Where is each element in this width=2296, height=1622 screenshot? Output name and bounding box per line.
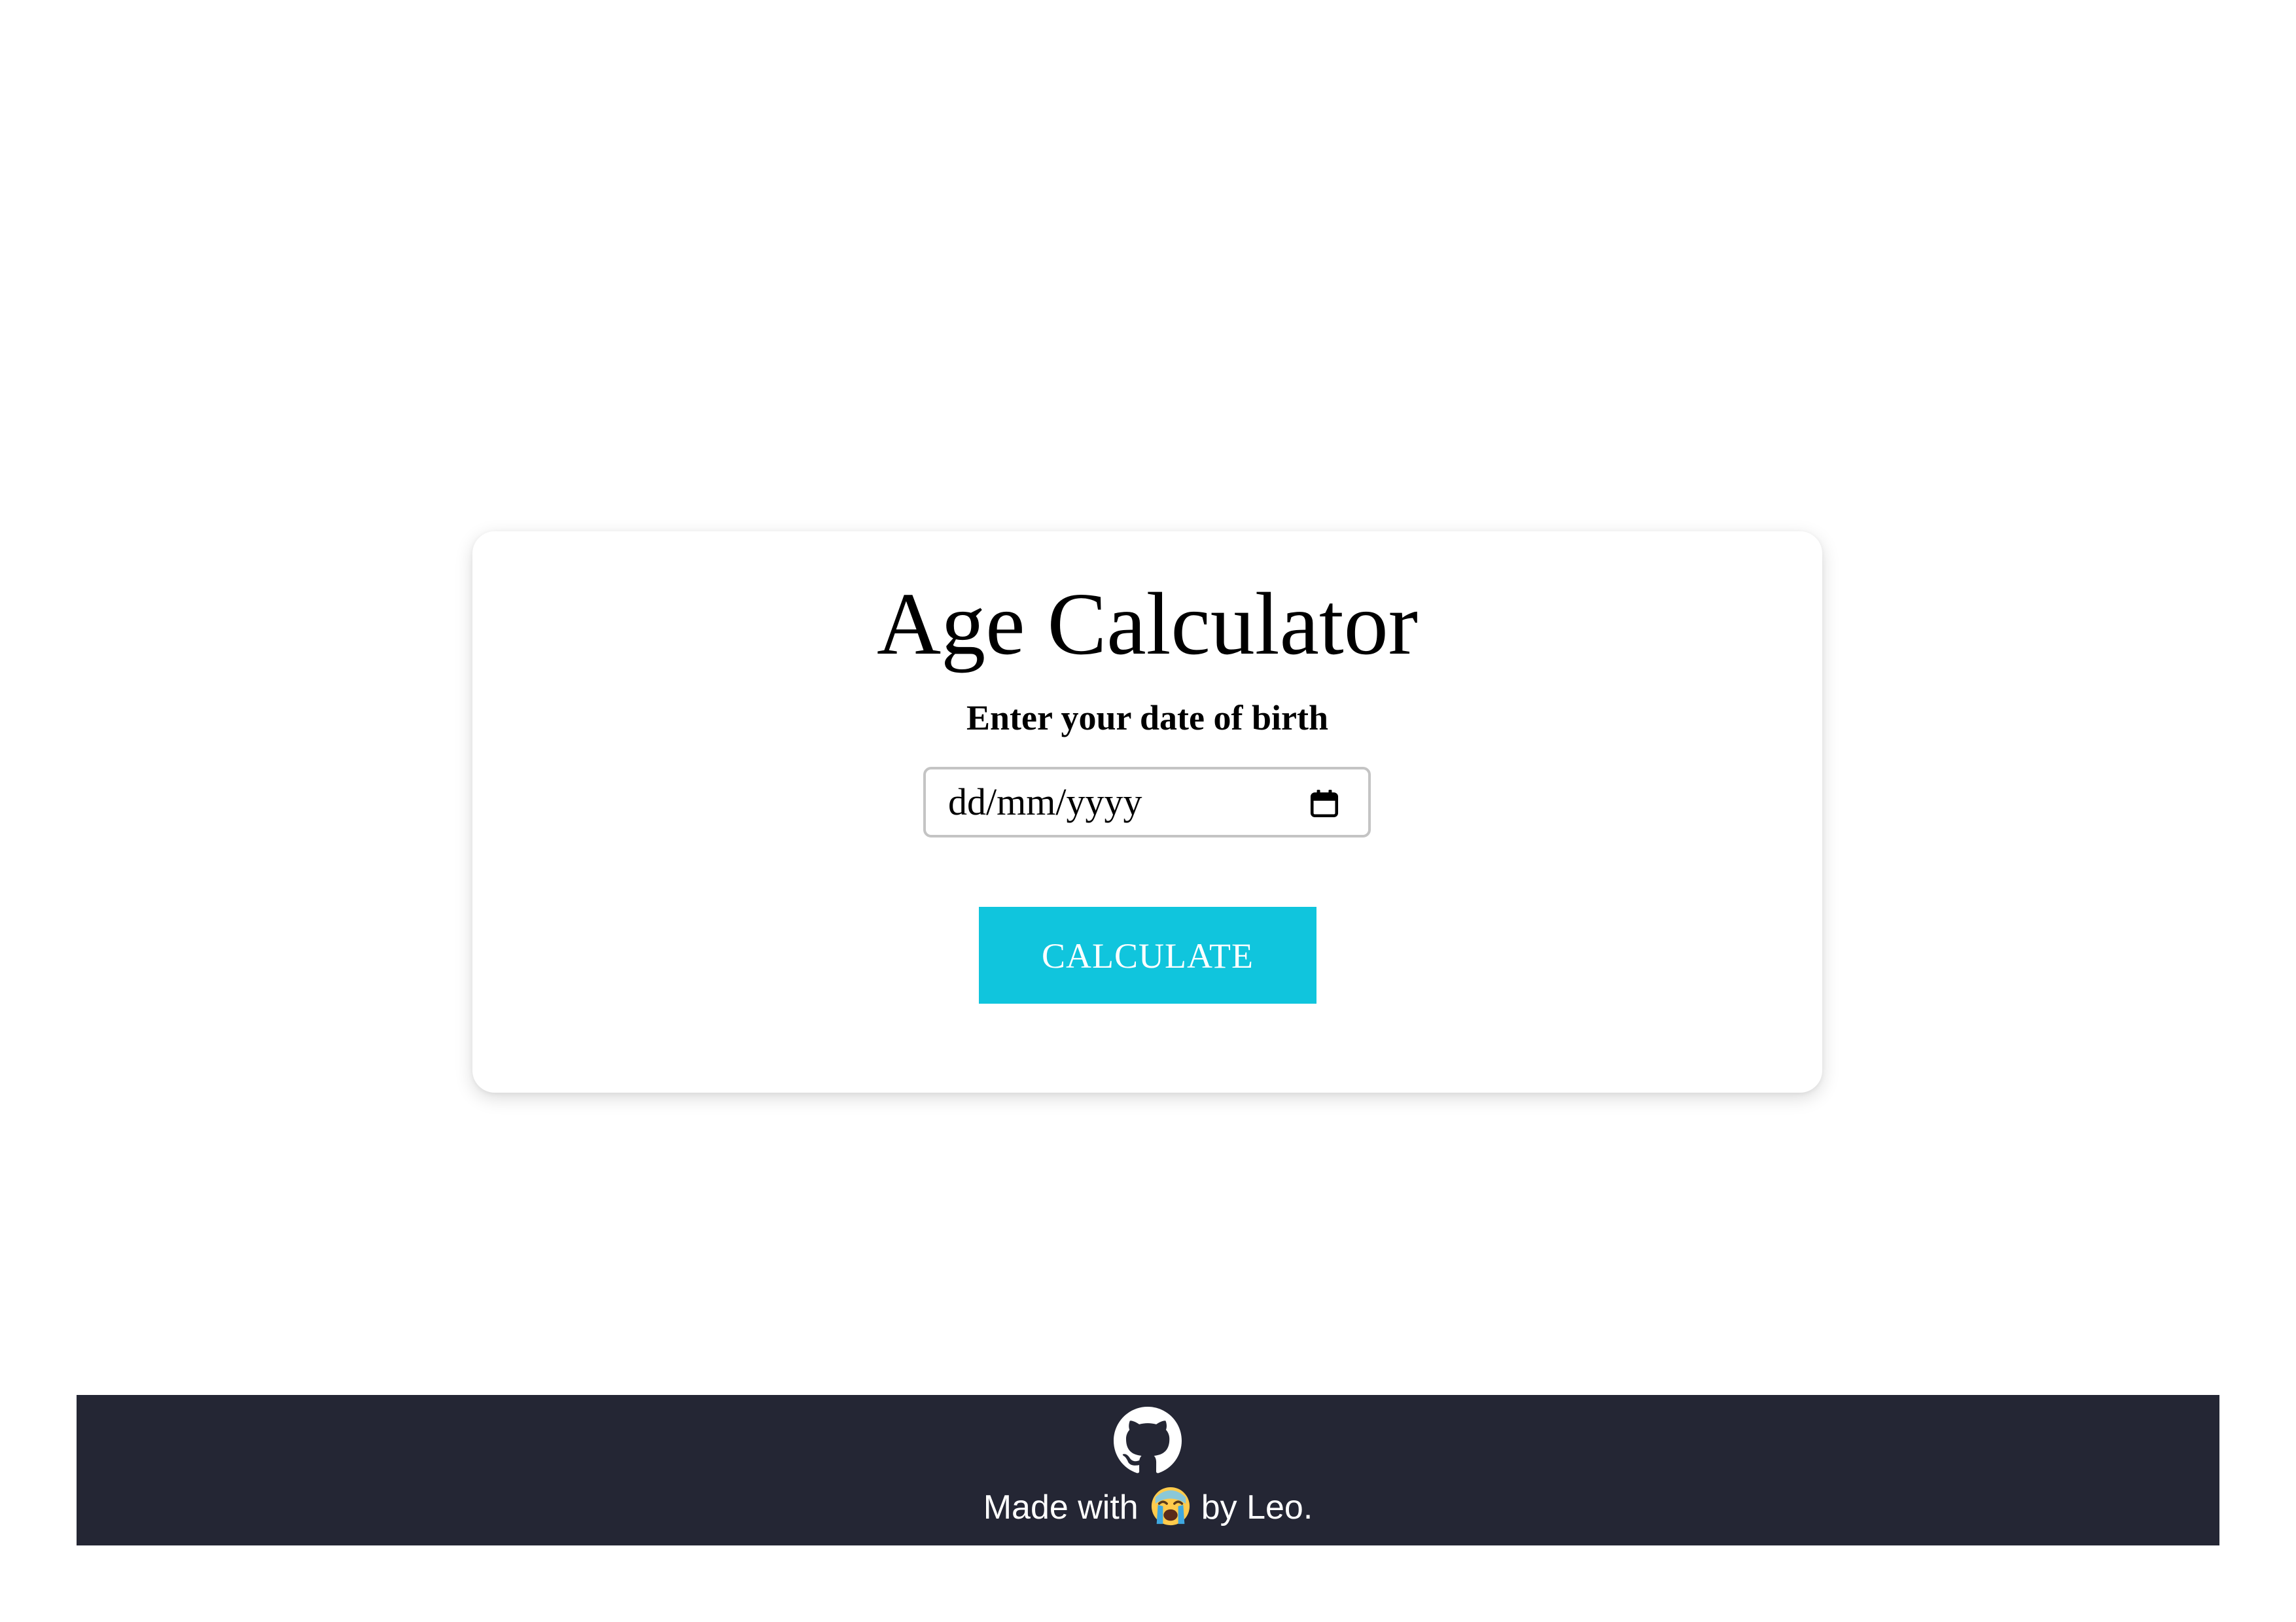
made-with-text: Made with <box>983 1489 1139 1526</box>
date-of-birth-label: Enter your date of birth <box>966 698 1328 737</box>
date-input-placeholder: dd/mm/yyyy <box>948 781 1142 823</box>
footer-credit: Made with by Leo. <box>77 1481 2219 1534</box>
page-title: Age Calculator <box>876 575 1419 673</box>
footer: Made with by Leo. <box>77 1395 2219 1545</box>
github-icon[interactable] <box>1114 1407 1182 1475</box>
calendar-icon[interactable] <box>1308 786 1341 820</box>
crying-face-icon <box>1151 1487 1190 1526</box>
by-author-text: by Leo. <box>1201 1489 1313 1526</box>
calculate-button[interactable]: CALCULATE <box>979 907 1316 1004</box>
date-of-birth-input[interactable]: dd/mm/yyyy <box>923 767 1371 837</box>
age-calculator-card: Age Calculator Enter your date of birth … <box>472 531 1822 1093</box>
